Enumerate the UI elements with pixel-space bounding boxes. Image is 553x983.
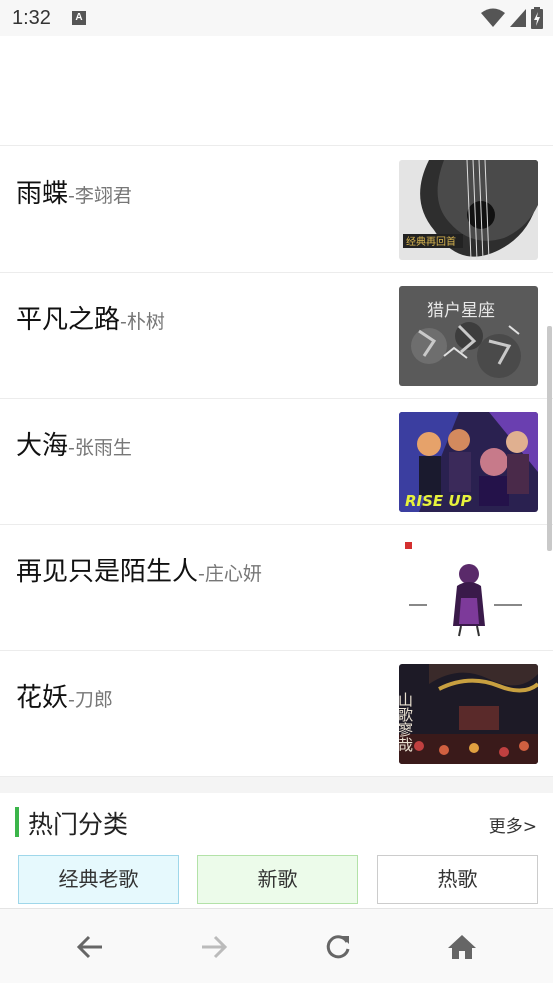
song-title: 花妖: [16, 683, 69, 713]
song-artist: -庄心妍: [198, 563, 262, 585]
song-text: 再见只是陌生人-庄心妍: [16, 551, 262, 588]
album-cover-image[interactable]: 猎户星座: [399, 286, 538, 386]
more-link[interactable]: 更多>: [489, 812, 537, 837]
song-text: 大海-张雨生: [16, 425, 132, 462]
header-blank-area: [0, 36, 553, 146]
album-cover-image[interactable]: 山歌寥哉: [399, 664, 538, 764]
album-cover-image[interactable]: 经典再回首: [399, 160, 538, 260]
category-button-hot[interactable]: 热歌: [377, 855, 538, 904]
section-divider: [0, 777, 553, 793]
song-text: 花妖-刀郎: [16, 677, 113, 714]
song-list: 雨蝶-李翊君 经典再回首 平凡之路-朴树 猎户星座 大海-张雨生 RISE UP…: [0, 147, 553, 777]
section-accent-bar: [15, 807, 19, 837]
song-text: 平凡之路-朴树: [16, 299, 165, 336]
category-button-classic[interactable]: 经典老歌: [18, 855, 179, 904]
category-buttons: 经典老歌 新歌 热歌: [0, 855, 553, 905]
thumb-caption: 猎户星座: [427, 301, 495, 321]
signal-icon: [510, 9, 526, 27]
song-title: 大海: [16, 431, 69, 461]
song-item[interactable]: 平凡之路-朴树 猎户星座: [0, 273, 553, 399]
section-title: 热门分类: [28, 810, 129, 839]
song-item[interactable]: 大海-张雨生 RISE UP: [0, 399, 553, 525]
back-icon[interactable]: [72, 929, 108, 965]
notification-badge-icon: A: [72, 11, 86, 25]
song-artist: -张雨生: [68, 437, 132, 459]
battery-icon: [531, 7, 543, 29]
status-time: 1:32: [12, 7, 51, 29]
song-text: 雨蝶-李翊君: [16, 173, 132, 210]
home-icon[interactable]: [444, 929, 480, 965]
category-button-new[interactable]: 新歌: [197, 855, 358, 904]
status-bar: 1:32 A: [0, 0, 553, 36]
song-item[interactable]: 雨蝶-李翊君 经典再回首: [0, 147, 553, 273]
wifi-icon: [481, 8, 505, 27]
song-artist: -朴树: [120, 311, 165, 333]
song-item[interactable]: 再见只是陌生人-庄心妍: [0, 525, 553, 651]
scrollbar[interactable]: [547, 326, 552, 551]
song-title: 平凡之路: [16, 305, 121, 335]
song-item[interactable]: 花妖-刀郎 山歌寥哉: [0, 651, 553, 777]
album-cover-image[interactable]: [399, 538, 538, 638]
album-cover-image[interactable]: RISE UP: [399, 412, 538, 512]
thumb-caption: 经典再回首: [406, 235, 456, 248]
forward-icon[interactable]: [196, 929, 232, 965]
status-icons: [481, 7, 543, 29]
song-title: 雨蝶: [16, 179, 69, 209]
bottom-nav: [0, 908, 553, 983]
song-artist: -李翊君: [68, 185, 132, 207]
refresh-icon[interactable]: [320, 929, 356, 965]
song-artist: -刀郎: [68, 689, 113, 711]
song-title: 再见只是陌生人: [16, 557, 199, 587]
thumb-caption: 山歌寥哉: [399, 692, 414, 752]
thumb-caption: RISE UP: [405, 492, 472, 510]
hot-categories-header: 热门分类 更多>: [0, 793, 553, 851]
